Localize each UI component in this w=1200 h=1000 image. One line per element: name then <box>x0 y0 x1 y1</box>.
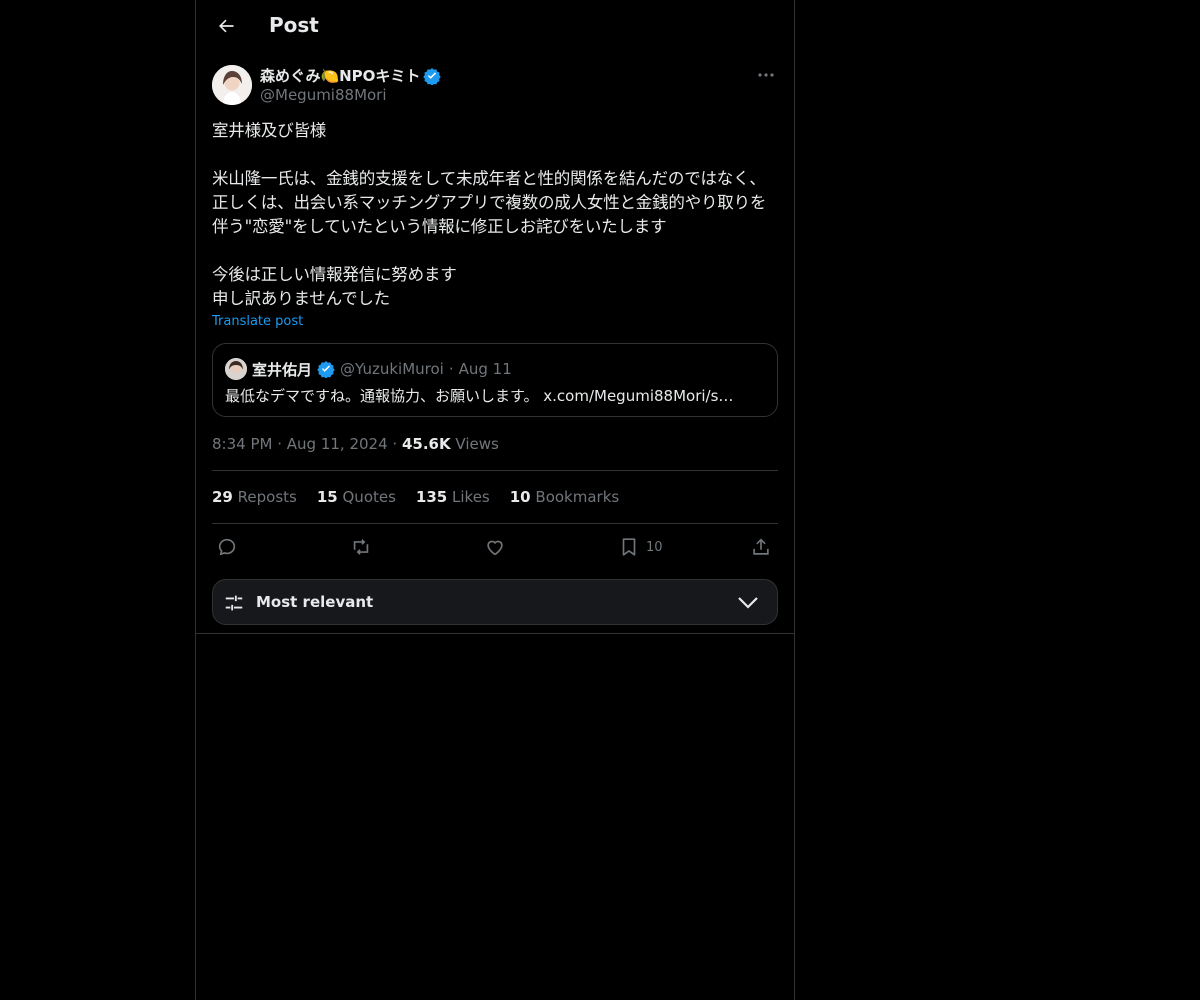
stat-bookmarks[interactable]: 10 Bookmarks <box>510 488 619 506</box>
sliders-icon <box>225 595 243 611</box>
reply-button[interactable] <box>216 534 238 560</box>
separator-dot: · <box>392 435 402 453</box>
divider <box>196 633 794 634</box>
engagement-stats: 29 Reposts 15 Quotes 135 Likes 10 Bookma… <box>212 488 619 506</box>
sort-label: Most relevant <box>256 593 374 611</box>
bookmark-button[interactable]: 10 <box>618 534 663 560</box>
name-row: 森めぐみ🍋NPOキミト <box>260 65 442 86</box>
more-dots-icon <box>758 73 774 77</box>
post-body-text: 室井様及び皆様 米山隆一氏は、金銭的支援をして未成年者と性的関係を結んだのではな… <box>212 121 767 308</box>
post-time[interactable]: 8:34 PM <box>212 435 272 453</box>
stat-likes[interactable]: 135 Likes <box>416 488 490 506</box>
verified-badge-icon <box>423 67 442 85</box>
top-bar: Post <box>196 0 794 53</box>
post-date[interactable]: Aug 11, 2024 <box>287 435 388 453</box>
stat-quotes[interactable]: 15 Quotes <box>317 488 396 506</box>
repost-icon <box>353 539 369 555</box>
quoted-post[interactable]: 室井佑月 @YuzukiMuroi · Aug 11 最低なデマですね。通報協力… <box>212 343 778 417</box>
quoted-post-header: 室井佑月 @YuzukiMuroi · Aug 11 <box>225 358 512 380</box>
views-label: Views <box>455 435 499 453</box>
avatar[interactable] <box>212 65 252 105</box>
back-button[interactable] <box>208 8 244 44</box>
quoted-post-text: 最低なデマですね。通報協力、お願いします。 x.com/Megumi88Mori… <box>225 387 734 405</box>
more-options-button[interactable] <box>754 65 778 85</box>
repost-button[interactable] <box>350 534 372 560</box>
divider <box>212 523 778 524</box>
share-icon <box>753 538 769 555</box>
post-author: 森めぐみ🍋NPOキミト @Megumi88Mori <box>212 65 778 107</box>
separator-dot: · <box>448 360 454 378</box>
post-column: Post 森めぐみ🍋NPOキミト @Megumi88Mori 室井様及び皆様 米… <box>195 0 795 1000</box>
quoted-date: Aug 11 <box>458 360 512 378</box>
stat-reposts[interactable]: 29 Reposts <box>212 488 297 506</box>
quoted-display-name: 室井佑月 <box>252 360 313 379</box>
translate-post-link[interactable]: Translate post <box>212 314 303 329</box>
quoted-avatar <box>225 358 247 380</box>
heart-icon <box>487 540 503 556</box>
like-button[interactable] <box>484 534 506 560</box>
separator-dot: · <box>277 435 287 453</box>
bookmark-icon <box>622 538 636 556</box>
reply-sort-dropdown[interactable]: Most relevant <box>212 579 778 625</box>
divider <box>212 470 778 471</box>
author-handle[interactable]: @Megumi88Mori <box>260 86 387 104</box>
share-button[interactable] <box>750 534 772 560</box>
reply-icon <box>218 538 236 556</box>
display-name[interactable]: 森めぐみ🍋NPOキミト <box>260 65 420 86</box>
avatar-image <box>212 65 252 105</box>
back-arrow-icon <box>219 19 234 33</box>
page-title: Post <box>269 13 319 37</box>
verified-badge-icon <box>317 361 335 378</box>
bookmark-count: 10 <box>646 539 663 555</box>
action-bar: 10 <box>212 534 778 562</box>
chevron-down-icon <box>738 597 758 609</box>
quoted-handle: @YuzukiMuroi <box>340 360 444 378</box>
views-count: 45.6K <box>401 435 451 453</box>
post-metadata: 8:34 PM · Aug 11, 2024 · 45.6K Views <box>212 435 499 453</box>
